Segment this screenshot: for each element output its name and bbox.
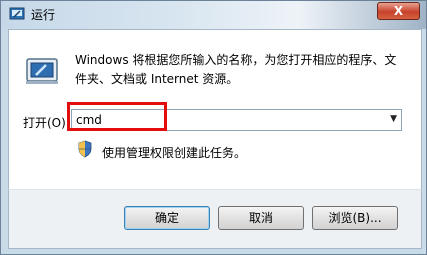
cancel-button[interactable]: 取消 bbox=[218, 206, 304, 230]
browse-button[interactable]: 浏览(B)... bbox=[312, 206, 398, 230]
title-bar[interactable]: 运行 X bbox=[1, 1, 426, 29]
highlight-box bbox=[67, 102, 167, 131]
run-icon bbox=[26, 58, 58, 84]
open-label: 打开(O): bbox=[23, 116, 70, 130]
admin-note: 使用管理权限创建此任务。 bbox=[102, 146, 247, 160]
shield-icon bbox=[78, 140, 92, 158]
run-icon bbox=[9, 7, 25, 20]
description-text: Windows 将根据您所输入的名称，为您打开相应的程序、文件夹、文档或 Int… bbox=[75, 53, 397, 86]
close-icon: X bbox=[393, 4, 404, 18]
ok-button[interactable]: 确定 bbox=[124, 206, 210, 230]
close-button[interactable]: X bbox=[377, 2, 420, 20]
run-dialog: 运行 X Windows 将根据您所输入的名称，为您打开相应的程序、文件夹、文档… bbox=[0, 0, 427, 255]
dropdown-arrow-icon[interactable]: ▼ bbox=[390, 114, 397, 124]
window-title: 运行 bbox=[31, 8, 56, 22]
